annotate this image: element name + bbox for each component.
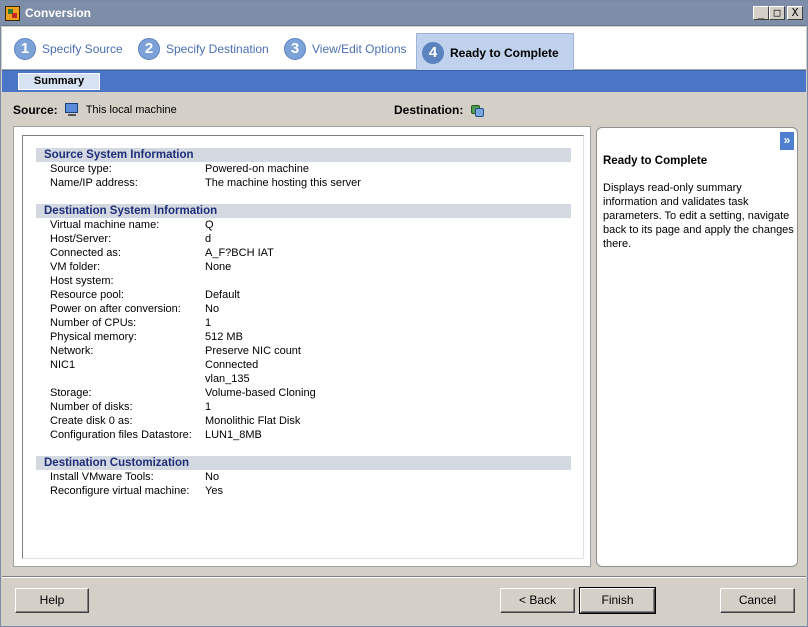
row-key: Configuration files Datastore: — [50, 429, 192, 441]
step-view-edit-options[interactable]: 3 View/Edit Options — [284, 27, 407, 70]
row-value: d — [205, 233, 212, 245]
help-panel: » Ready to Complete Displays read-only s… — [596, 127, 798, 567]
title-bar[interactable]: Conversion _ □ X — [1, 1, 807, 26]
summary-content[interactable]: Source System Information Source type: Po… — [22, 135, 584, 559]
row-key: VM folder: — [50, 261, 101, 273]
help-body: Displays read-only summary information a… — [603, 182, 794, 250]
row-value: A_F?BCH IAT — [205, 247, 274, 259]
step-label: Specify Destination — [166, 41, 269, 56]
row-key: Storage: — [50, 387, 92, 399]
close-button[interactable]: X — [787, 6, 803, 20]
step-specify-destination[interactable]: 2 Specify Destination — [138, 27, 269, 70]
row-value: The machine hosting this server — [205, 177, 361, 189]
step-label: Ready to Complete — [450, 45, 559, 60]
row-value: Yes — [205, 485, 223, 497]
subtab-bar: Summary — [2, 70, 806, 92]
step-specify-source[interactable]: 1 Specify Source — [14, 27, 123, 70]
row-value: 1 — [205, 401, 212, 413]
row-value: None — [205, 261, 232, 273]
row-value: Monolithic Flat Disk — [205, 415, 301, 427]
destination-label: Destination: — [394, 103, 464, 117]
step-number: 1 — [14, 37, 36, 60]
row-value: Default — [205, 289, 240, 301]
step-number: 3 — [284, 37, 306, 60]
conversion-window: Conversion _ □ X 1 Specify Source 2 Spec… — [0, 0, 808, 627]
help-title: Ready to Complete — [603, 155, 708, 167]
footer-separator — [2, 576, 806, 578]
row-value: 1 — [205, 317, 212, 329]
finish-button[interactable]: Finish — [579, 587, 656, 614]
row-key: Physical memory: — [50, 331, 137, 343]
row-value: LUN1_8MB — [205, 429, 262, 441]
computer-icon — [64, 103, 80, 117]
section-header-customization: Destination Customization — [36, 456, 571, 470]
row-key: Virtual machine name: — [50, 219, 160, 231]
expand-help-icon[interactable]: » — [780, 132, 794, 150]
row-value: Q — [205, 219, 214, 231]
row-value: vlan_135 — [205, 373, 250, 385]
row-key: Resource pool: — [50, 289, 124, 301]
row-key: NIC1 — [50, 359, 76, 371]
tab-summary[interactable]: Summary — [18, 73, 100, 90]
maximize-button[interactable]: □ — [769, 6, 785, 20]
source-value: This local machine — [85, 104, 177, 116]
virtual-machine-icon — [469, 102, 485, 118]
row-value: No — [205, 303, 220, 315]
row-value: 512 MB — [205, 331, 243, 343]
row-key: Power on after conversion: — [50, 303, 181, 315]
row-key: Source type: — [50, 163, 112, 175]
app-icon — [5, 6, 20, 21]
row-key: Create disk 0 as: — [50, 415, 133, 427]
wizard-steps: 1 Specify Source 2 Specify Destination 3… — [2, 27, 806, 71]
row-value: Volume-based Cloning — [205, 387, 316, 399]
step-number: 2 — [138, 37, 160, 60]
row-key: Network: — [50, 345, 94, 357]
row-key: Connected as: — [50, 247, 121, 259]
row-value: Preserve NIC count — [205, 345, 301, 357]
row-value: No — [205, 471, 220, 483]
source-label: Source: — [13, 103, 58, 117]
cancel-button[interactable]: Cancel — [720, 588, 795, 613]
step-label: View/Edit Options — [312, 41, 407, 56]
minimize-button[interactable]: _ — [753, 6, 769, 20]
section-header-source: Source System Information — [36, 148, 571, 162]
row-key: Name/IP address: — [50, 177, 138, 189]
step-ready-to-complete[interactable]: 4 Ready to Complete — [416, 33, 574, 71]
help-button[interactable]: Help — [15, 588, 89, 613]
back-button[interactable]: < Back — [500, 588, 575, 613]
destination-info: Destination: — [394, 101, 485, 119]
section-header-destination: Destination System Information — [36, 204, 571, 218]
row-value: Connected — [205, 359, 259, 371]
step-number: 4 — [422, 41, 444, 64]
step-label: Specify Source — [42, 41, 123, 56]
row-key: Reconfigure virtual machine: — [50, 485, 190, 497]
summary-panel: Source System Information Source type: Po… — [13, 126, 591, 567]
row-key: Host/Server: — [50, 233, 112, 245]
window-title: Conversion — [25, 6, 92, 20]
source-info: Source: This local machine — [13, 101, 177, 119]
row-key: Host system: — [50, 275, 114, 287]
row-key: Number of disks: — [50, 401, 133, 413]
row-value: Powered-on machine — [205, 163, 309, 175]
row-key: Install VMware Tools: — [50, 471, 154, 483]
row-key: Number of CPUs: — [50, 317, 137, 329]
